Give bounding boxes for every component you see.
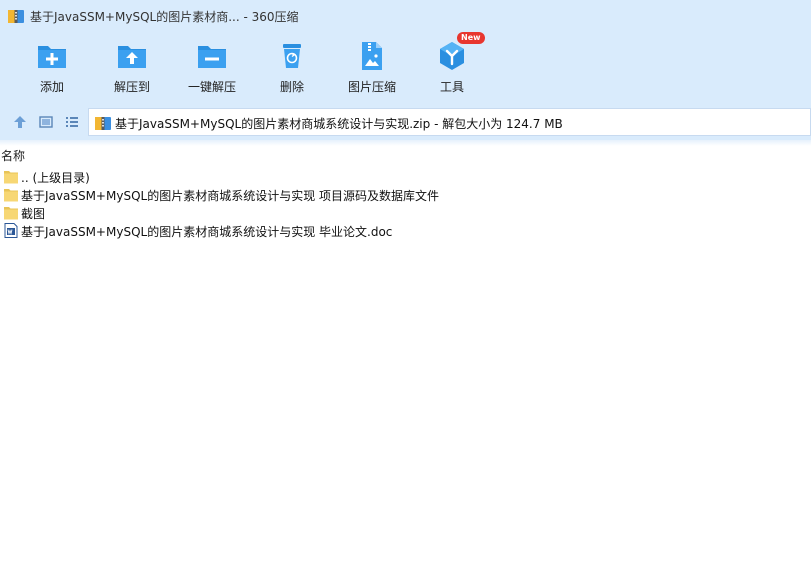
- one-click-extract-label: 一键解压: [187, 80, 236, 94]
- tools-button[interactable]: New 工具: [412, 32, 492, 98]
- image-compress-button[interactable]: 图片压缩: [332, 38, 412, 98]
- address-field[interactable]: 基于JavaSSM+MySQL的图片素材商城系统设计与实现.zip - 解包大小…: [88, 108, 811, 136]
- up-arrow-icon[interactable]: [12, 114, 28, 130]
- file-list: .. (上级目录) 基于JavaSSM+MySQL的图片素材商城系统设计与实现 …: [0, 168, 811, 240]
- address-bar: 基于JavaSSM+MySQL的图片素材商城系统设计与实现.zip - 解包大小…: [0, 104, 811, 140]
- new-badge: New: [457, 32, 485, 44]
- image-compress-icon: [362, 42, 382, 70]
- word-document-icon: [4, 223, 18, 238]
- thumbnail-view-icon[interactable]: [38, 114, 54, 130]
- list-item[interactable]: 基于JavaSSM+MySQL的图片素材商城系统设计与实现 毕业论文.doc: [0, 222, 811, 240]
- extract-to-label: 解压到: [113, 80, 150, 94]
- toolbar: 添加 解压到 一键解压 删除 图片压缩 New 工具: [0, 32, 811, 104]
- folder-icon: [4, 189, 18, 202]
- one-click-extract-button[interactable]: 一键解压: [172, 38, 252, 98]
- list-item[interactable]: 基于JavaSSM+MySQL的图片素材商城系统设计与实现 项目源码及数据库文件: [0, 186, 811, 204]
- list-view-icon[interactable]: [64, 114, 80, 130]
- file-name: 基于JavaSSM+MySQL的图片素材商城系统设计与实现 项目源码及数据库文件: [21, 189, 440, 203]
- delete-label: 删除: [279, 80, 304, 94]
- delete-button[interactable]: 删除: [252, 38, 332, 98]
- add-label: 添加: [39, 80, 64, 94]
- tools-icon: [440, 42, 464, 70]
- add-button[interactable]: 添加: [12, 38, 92, 98]
- divider: [0, 140, 811, 146]
- address-path: 基于JavaSSM+MySQL的图片素材商城系统设计与实现.zip - 解包大小…: [115, 117, 563, 131]
- archive-app-icon: [8, 10, 24, 23]
- one-click-extract-icon: [198, 46, 226, 68]
- file-name: .. (上级目录): [21, 171, 90, 185]
- extract-to-button[interactable]: 解压到: [92, 38, 172, 98]
- window-title: 基于JavaSSM+MySQL的图片素材商... - 360压缩: [30, 10, 299, 24]
- folder-icon: [4, 207, 18, 220]
- file-name: 基于JavaSSM+MySQL的图片素材商城系统设计与实现 毕业论文.doc: [21, 225, 393, 239]
- archive-file-icon: [95, 117, 111, 130]
- folder-icon: [4, 171, 18, 184]
- image-compress-label: 图片压缩: [347, 80, 396, 94]
- trash-icon: [283, 44, 301, 68]
- tools-label: 工具: [439, 80, 464, 94]
- add-folder-icon: [38, 46, 66, 68]
- file-name: 截图: [21, 207, 46, 221]
- title-bar: 基于JavaSSM+MySQL的图片素材商... - 360压缩: [0, 0, 811, 32]
- list-item[interactable]: .. (上级目录): [0, 168, 811, 186]
- column-header-name[interactable]: 名称: [0, 147, 25, 165]
- list-item[interactable]: 截图: [0, 204, 811, 222]
- extract-to-icon: [118, 46, 146, 68]
